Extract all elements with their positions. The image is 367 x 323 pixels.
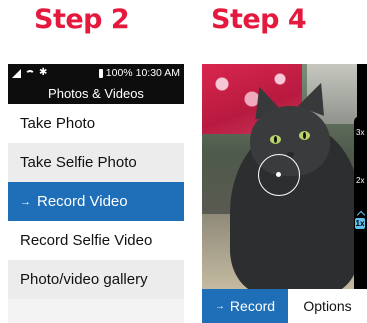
- phone-screen-camera: 3x 2x 1x → Record Options: [202, 64, 367, 323]
- zoom-control[interactable]: [354, 116, 367, 294]
- menu-item-label: Take Photo: [20, 115, 96, 132]
- options-softkey[interactable]: Options: [288, 289, 367, 323]
- cat-eye-left: [270, 135, 281, 144]
- camera-viewfinder[interactable]: [202, 64, 357, 289]
- arrow-right-icon: →: [20, 195, 31, 208]
- step-2-title: Step 2: [34, 4, 130, 35]
- menu-item-take-selfie-photo[interactable]: Take Selfie Photo: [8, 143, 184, 182]
- menu-item-take-photo[interactable]: Take Photo: [8, 104, 184, 143]
- phone-screen-photos-menu: ✱ 100% 10:30 AM Photos & Videos Take Pho…: [8, 64, 184, 323]
- softkey-bar: → Record Options: [202, 289, 367, 323]
- record-softkey[interactable]: → Record: [202, 289, 288, 323]
- focus-ring-icon[interactable]: [258, 154, 300, 196]
- options-softkey-label: Options: [303, 298, 352, 314]
- wifi-icon: [25, 68, 35, 78]
- arrow-right-icon: →: [214, 300, 225, 312]
- zoom-2x-option[interactable]: 2x: [356, 176, 364, 185]
- signal-icon: [12, 68, 21, 78]
- status-bar: ✱ 100% 10:30 AM: [8, 64, 184, 82]
- zoom-3x-option[interactable]: 3x: [356, 128, 364, 137]
- focus-point: [276, 172, 281, 177]
- menu-item-label: Record Selfie Video: [20, 232, 153, 249]
- menu-item-label: Record Video: [37, 193, 128, 210]
- menu-item-record-selfie-video[interactable]: Record Selfie Video: [8, 221, 184, 260]
- menu-item-label: Photo/video gallery: [20, 271, 148, 288]
- menu-item-record-video[interactable]: → Record Video: [8, 182, 184, 221]
- bluetooth-icon: ✱: [39, 67, 48, 78]
- battery-icon: [98, 68, 103, 78]
- battery-level: 100%: [105, 67, 133, 79]
- menu-item-label: Take Selfie Photo: [20, 154, 137, 171]
- zoom-1x-option[interactable]: 1x: [355, 218, 365, 229]
- step-4-title: Step 4: [211, 4, 307, 35]
- cat-eye-right: [299, 131, 310, 140]
- screen-title: Photos & Videos: [8, 82, 184, 104]
- record-softkey-label: Record: [229, 298, 276, 314]
- clock: 10:30 AM: [135, 67, 180, 79]
- menu-item-photo-video-gallery[interactable]: Photo/video gallery: [8, 260, 184, 299]
